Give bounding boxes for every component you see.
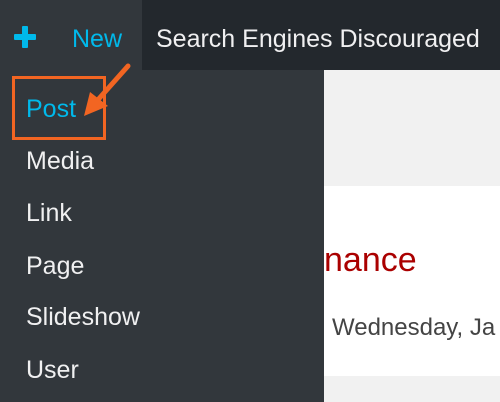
menu-item-media[interactable]: Media: [26, 146, 94, 176]
content-area: [324, 70, 500, 186]
new-label: New: [72, 25, 123, 53]
post-card: nance Wednesday, Ja: [324, 186, 500, 376]
menu-item-slideshow[interactable]: Slideshow: [26, 302, 140, 332]
content-footer: [324, 376, 500, 402]
menu-item-page[interactable]: Page: [26, 251, 84, 281]
menu-item-user[interactable]: User: [26, 355, 79, 385]
post-title[interactable]: nance: [324, 240, 417, 280]
post-date: Wednesday, Ja: [332, 314, 496, 341]
arrow-icon: [84, 63, 131, 116]
search-engines-discouraged-link[interactable]: Search Engines Discouraged: [156, 24, 480, 54]
menu-item-link[interactable]: Link: [26, 198, 72, 228]
plus-icon: [14, 26, 36, 48]
